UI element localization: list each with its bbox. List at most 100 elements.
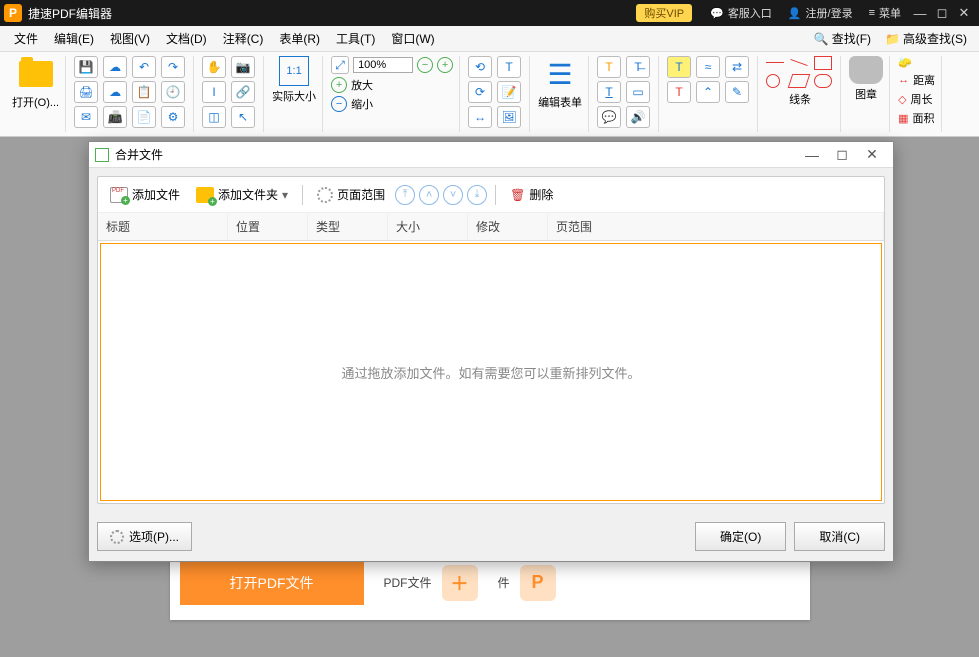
menu-link[interactable]: ≡ 菜单 xyxy=(869,5,901,21)
open-button[interactable]: 打开(O)... xyxy=(12,56,59,110)
cloud-down-icon[interactable]: ☁ xyxy=(103,81,127,103)
measure-distance-button[interactable]: ↔ 距离 xyxy=(898,72,935,88)
gear-icon xyxy=(317,187,333,203)
image-icon[interactable]: 🖼 xyxy=(497,106,521,128)
history-icon[interactable]: 🕘 xyxy=(161,81,185,103)
settings-icon[interactable]: ⚙ xyxy=(161,106,185,128)
add-folder-button[interactable]: + 添加文件夹 ▾ xyxy=(190,183,294,206)
menu-file[interactable]: 文件 xyxy=(6,27,46,50)
login-link[interactable]: 👤 注册/登录 xyxy=(788,5,853,21)
camera-icon[interactable]: 📷 xyxy=(231,56,255,78)
zoom-minus-icon[interactable]: − xyxy=(417,57,433,73)
mail-icon[interactable]: ✉ xyxy=(74,106,98,128)
strike-icon[interactable]: T̶ xyxy=(626,56,650,78)
sound-icon[interactable]: 🔊 xyxy=(626,106,650,128)
col-range[interactable]: 页范围 xyxy=(548,213,884,240)
note-icon[interactable]: 📝 xyxy=(497,81,521,103)
zoom-plus-icon[interactable]: + xyxy=(437,57,453,73)
move-top-button[interactable]: ⤒ xyxy=(395,185,415,205)
zoom-in-button[interactable]: + 放大 xyxy=(331,77,453,93)
drop-zone[interactable]: 通过拖放添加文件。如有需要您可以重新排列文件。 xyxy=(100,243,882,501)
options-button[interactable]: 选项(P)... xyxy=(97,522,192,551)
zoom-out-button[interactable]: − 缩小 xyxy=(331,96,453,112)
polygon-shape-icon[interactable] xyxy=(788,74,811,88)
undo-icon[interactable]: ↶ xyxy=(132,56,156,78)
p-file-icon[interactable]: P xyxy=(520,565,556,601)
move-down-button[interactable]: ˅ xyxy=(443,185,463,205)
menu-window[interactable]: 窗口(W) xyxy=(383,27,442,50)
col-position[interactable]: 位置 xyxy=(228,213,308,240)
pencil-icon[interactable]: ✎ xyxy=(725,81,749,103)
rect-shape-icon[interactable] xyxy=(814,56,832,70)
circle-shape-icon[interactable] xyxy=(766,74,780,88)
hand-icon[interactable]: ✋ xyxy=(202,56,226,78)
find-button[interactable]: 🔍 查找(F) xyxy=(808,28,877,49)
stamp-button[interactable]: 图章 xyxy=(849,56,883,102)
cloud-shape-icon[interactable] xyxy=(814,74,832,88)
maximize-button[interactable]: ◻ xyxy=(931,5,953,21)
move-bottom-button[interactable]: ⤓ xyxy=(467,185,487,205)
highlight-icon[interactable]: T xyxy=(597,56,621,78)
minimize-button[interactable]: — xyxy=(909,6,931,21)
cloud-up-icon[interactable]: ☁ xyxy=(103,56,127,78)
eraser-button[interactable]: 🧽 xyxy=(898,56,935,69)
rotate-ccw-icon[interactable]: ⟲ xyxy=(468,56,492,78)
menu-view[interactable]: 视图(V) xyxy=(102,27,158,50)
redo-icon[interactable]: ↷ xyxy=(161,56,185,78)
text-replace-icon[interactable]: ⇄ xyxy=(725,56,749,78)
feature1-label: PDF文件 xyxy=(384,574,432,591)
arrow-shape-icon[interactable] xyxy=(790,59,807,66)
dialog-close-button[interactable]: ✕ xyxy=(857,146,887,163)
text-strike2-icon[interactable]: T xyxy=(667,81,691,103)
menu-form[interactable]: 表单(R) xyxy=(271,27,328,50)
text-add-icon[interactable]: T xyxy=(497,56,521,78)
fit-page-icon[interactable]: ⤢ xyxy=(331,56,349,74)
text-insert-icon[interactable]: ⌃ xyxy=(696,81,720,103)
select-icon[interactable]: I xyxy=(202,81,226,103)
pointer-icon[interactable]: ↖ xyxy=(231,106,255,128)
scan-icon[interactable]: 📠 xyxy=(103,106,127,128)
advanced-find-button[interactable]: 📁 高级查找(S) xyxy=(879,28,973,49)
rotate-cw-icon[interactable]: ⟳ xyxy=(468,81,492,103)
col-size[interactable]: 大小 xyxy=(388,213,468,240)
ok-button[interactable]: 确定(O) xyxy=(695,522,786,551)
underline-icon[interactable]: T xyxy=(597,81,621,103)
text-squiggle-icon[interactable]: ≈ xyxy=(696,56,720,78)
menu-tools[interactable]: 工具(T) xyxy=(328,27,383,50)
menu-comment[interactable]: 注释(C) xyxy=(215,27,272,50)
measure-area-button[interactable]: ▦ 面积 xyxy=(898,110,935,126)
clipboard-icon[interactable]: 📄 xyxy=(132,106,156,128)
print-icon[interactable]: 🖨 xyxy=(74,81,98,103)
save-icon[interactable]: 💾 xyxy=(74,56,98,78)
close-button[interactable]: ✕ xyxy=(953,5,975,21)
fit-width-icon[interactable]: ↔ xyxy=(468,106,492,128)
delete-button[interactable]: 🗑 删除 xyxy=(504,183,559,206)
buy-vip-button[interactable]: 购买VIP xyxy=(636,4,692,22)
dialog-maximize-button[interactable]: ◻ xyxy=(827,146,857,163)
dialog-titlebar[interactable]: 合并文件 — ◻ ✕ xyxy=(89,142,893,168)
page-range-button[interactable]: 页面范围 xyxy=(311,183,391,206)
actual-size-button[interactable]: 1:1 实际大小 xyxy=(272,56,316,104)
callout-icon[interactable]: 💬 xyxy=(597,106,621,128)
col-type[interactable]: 类型 xyxy=(308,213,388,240)
line-shape-icon[interactable] xyxy=(766,62,784,63)
dialog-minimize-button[interactable]: — xyxy=(797,147,827,163)
col-title[interactable]: 标题 xyxy=(98,213,228,240)
zoom-input[interactable] xyxy=(353,57,413,73)
cancel-button[interactable]: 取消(C) xyxy=(794,522,885,551)
col-modified[interactable]: 修改 xyxy=(468,213,548,240)
paste-icon[interactable]: 📋 xyxy=(132,81,156,103)
crop-icon[interactable]: ◫ xyxy=(202,106,226,128)
add-file-icon[interactable]: ＋ xyxy=(442,565,478,601)
add-file-button[interactable]: + 添加文件 xyxy=(104,183,186,206)
support-link[interactable]: 💬 客服入口 xyxy=(710,5,772,21)
edit-form-button[interactable]: ☰ 编辑表单 xyxy=(538,56,582,110)
measure-perimeter-button[interactable]: ◇ 周长 xyxy=(898,91,935,107)
text-box-icon[interactable]: ▭ xyxy=(626,81,650,103)
menu-edit[interactable]: 编辑(E) xyxy=(46,27,102,50)
link-icon[interactable]: 🔗 xyxy=(231,81,255,103)
open-pdf-button[interactable]: 打开PDF文件 xyxy=(180,561,364,605)
menu-document[interactable]: 文档(D) xyxy=(158,27,215,50)
move-up-button[interactable]: ˄ xyxy=(419,185,439,205)
text-highlight-icon[interactable]: T xyxy=(667,56,691,78)
